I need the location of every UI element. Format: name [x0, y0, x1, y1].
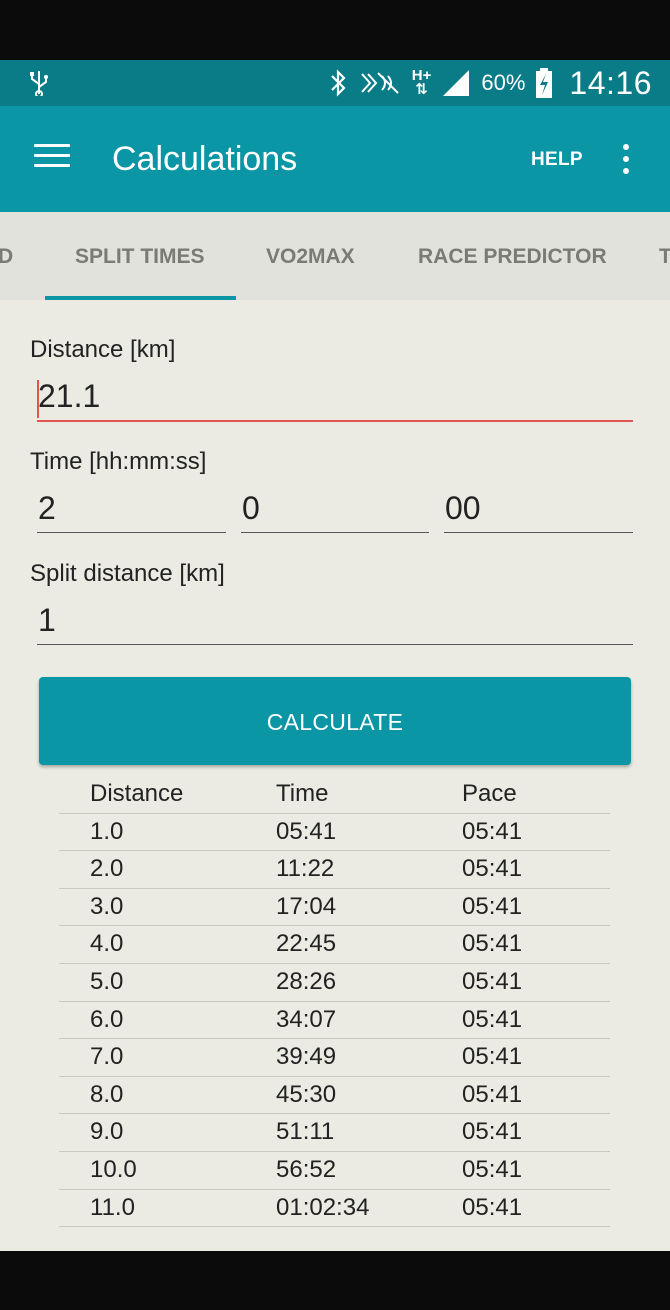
tab-partial-right[interactable]: T — [659, 212, 670, 300]
row-time: 05:41 — [276, 817, 337, 845]
results-table: Distance Time Pace 1.0 05:41 05:41 2.0 11:22… — [59, 776, 610, 1228]
table-row: 11.0 01:02:34 05:41 — [59, 1190, 610, 1228]
time-label: Time [hh:mm:ss] — [30, 448, 207, 475]
row-distance: 10.0 — [90, 1155, 137, 1183]
row-distance: 11.0 — [90, 1193, 135, 1221]
header-pace: Pace — [462, 780, 517, 807]
table-row: 10.0 56:52 05:41 — [59, 1152, 610, 1190]
row-pace: 05:41 — [462, 1118, 523, 1146]
row-distance: 1.0 — [90, 817, 124, 845]
table-row: 4.0 22:45 05:41 — [59, 926, 610, 964]
top-bezel — [0, 0, 670, 60]
tab-bar: D SPLIT TIMES VO2MAX RACE PREDICTOR T — [0, 212, 670, 300]
battery-icon — [536, 68, 553, 98]
header-distance: Distance — [90, 780, 184, 807]
row-time: 45:30 — [276, 1080, 337, 1108]
help-button[interactable]: HELP — [531, 149, 583, 171]
row-time: 11:22 — [276, 855, 335, 883]
nfc-icon — [361, 72, 399, 94]
header-time: Time — [276, 780, 329, 807]
split-distance-value: 1 — [38, 602, 56, 638]
row-time: 51:11 — [276, 1118, 335, 1146]
row-pace: 05:41 — [462, 892, 523, 920]
hours-input[interactable]: 2 — [37, 488, 226, 533]
split-distance-input[interactable]: 1 — [37, 600, 633, 645]
minutes-value: 0 — [242, 490, 260, 526]
tab-race-predictor[interactable]: RACE PREDICTOR — [418, 212, 607, 300]
table-row: 6.0 34:07 05:41 — [59, 1002, 610, 1040]
table-row: 8.0 45:30 05:41 — [59, 1077, 610, 1115]
table-row: 3.0 17:04 05:41 — [59, 889, 610, 927]
row-distance: 2.0 — [90, 855, 124, 883]
usb-icon — [30, 71, 48, 96]
row-distance: 9.0 — [90, 1118, 124, 1146]
clock: 14:16 — [569, 64, 652, 101]
split-times-panel: Distance [km] 21.1 Time [hh:mm:ss] 2 0 0… — [0, 300, 670, 1251]
table-row: 5.0 28:26 05:41 — [59, 964, 610, 1002]
tab-split-times[interactable]: SPLIT TIMES — [75, 212, 205, 300]
row-pace: 05:41 — [462, 1193, 523, 1221]
row-time: 34:07 — [276, 1005, 337, 1033]
bottom-bezel — [0, 1251, 670, 1310]
distance-value: 21.1 — [38, 378, 101, 414]
row-pace: 05:41 — [462, 817, 523, 845]
row-time: 01:02:34 — [276, 1193, 370, 1221]
seconds-value: 00 — [445, 490, 481, 526]
page-title: Calculations — [112, 140, 298, 178]
row-time: 17:04 — [276, 892, 337, 920]
row-time: 28:26 — [276, 967, 337, 995]
network-type-label: H+ — [411, 67, 432, 84]
hours-value: 2 — [38, 490, 56, 526]
distance-input[interactable]: 21.1 — [37, 376, 633, 422]
row-distance: 5.0 — [90, 967, 124, 995]
tab-vo2max[interactable]: VO2MAX — [266, 212, 355, 300]
row-time: 56:52 — [276, 1155, 337, 1183]
row-pace: 05:41 — [462, 1080, 523, 1108]
seconds-input[interactable]: 00 — [444, 488, 633, 533]
row-distance: 4.0 — [90, 930, 124, 958]
row-pace: 05:41 — [462, 855, 523, 883]
battery-percent: 60% — [481, 70, 526, 95]
table-row: 1.0 05:41 05:41 — [59, 814, 610, 852]
row-distance: 7.0 — [90, 1043, 124, 1071]
row-pace: 05:41 — [462, 967, 523, 995]
row-distance: 3.0 — [90, 892, 124, 920]
table-row: 9.0 51:11 05:41 — [59, 1114, 610, 1152]
row-pace: 05:41 — [462, 930, 523, 958]
hamburger-menu-icon[interactable] — [34, 144, 70, 174]
results-header: Distance Time Pace — [59, 776, 610, 814]
row-time: 39:49 — [276, 1043, 337, 1071]
row-distance: 8.0 — [90, 1080, 124, 1108]
row-pace: 05:41 — [462, 1043, 523, 1071]
status-bar: H+ ⇅ 60% 14:16 — [0, 60, 670, 106]
split-distance-label: Split distance [km] — [30, 560, 225, 587]
table-row: 7.0 39:49 05:41 — [59, 1039, 610, 1077]
tab-partial-left[interactable]: D — [0, 212, 13, 300]
overflow-menu-icon[interactable] — [616, 144, 636, 184]
row-pace: 05:41 — [462, 1005, 523, 1033]
network-type-icon: H+ ⇅ — [411, 67, 432, 98]
row-time: 22:45 — [276, 930, 337, 958]
table-row: 2.0 11:22 05:41 — [59, 851, 610, 889]
distance-label: Distance [km] — [30, 336, 176, 363]
bluetooth-icon — [331, 69, 346, 97]
row-pace: 05:41 — [462, 1155, 523, 1183]
signal-icon — [443, 70, 470, 96]
calculate-button[interactable]: CALCULATE — [39, 677, 631, 765]
app-bar: Calculations HELP — [0, 106, 670, 212]
minutes-input[interactable]: 0 — [241, 488, 429, 533]
row-distance: 6.0 — [90, 1005, 124, 1033]
